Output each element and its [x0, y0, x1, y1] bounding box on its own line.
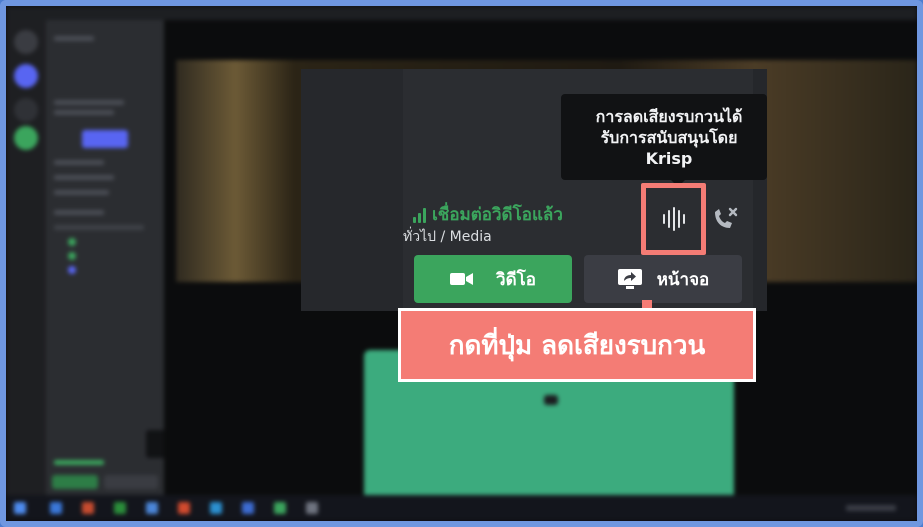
- tooltip-line: รับการสนับสนุนโดย: [600, 127, 738, 147]
- server-icon[interactable]: [14, 98, 38, 122]
- blurred-video-button[interactable]: [52, 475, 98, 489]
- noise-suppression-button[interactable]: [641, 183, 706, 255]
- app-icon[interactable]: [178, 502, 190, 514]
- voice-connection-status: เชื่อมต่อวิดีโอแล้ว: [413, 201, 563, 228]
- tooltip-line: การลดเสียงรบกวนได้: [595, 106, 743, 126]
- app-icon[interactable]: [82, 502, 94, 514]
- disconnect-call-icon: [715, 207, 738, 228]
- app-icon[interactable]: [210, 502, 222, 514]
- screen-button-label: หน้าจอ: [656, 269, 710, 290]
- screenshot-frame: การลดเสียงรบกวนได้ รับการสนับสนุนโดย Kri…: [0, 0, 923, 527]
- server-rail: [6, 20, 46, 495]
- blurred-screen-button[interactable]: [104, 475, 158, 489]
- app-icon[interactable]: [274, 502, 286, 514]
- add-server-icon[interactable]: [14, 126, 38, 150]
- app-icon[interactable]: [242, 502, 254, 514]
- app-icon[interactable]: [50, 502, 62, 514]
- app-icon[interactable]: [306, 502, 318, 514]
- screen-share-icon: [617, 269, 642, 289]
- app-icon[interactable]: [114, 502, 126, 514]
- system-tray: [846, 505, 896, 511]
- window-titlebar: [6, 6, 917, 20]
- app-icon[interactable]: [146, 502, 158, 514]
- channel-sidebar: [46, 20, 206, 505]
- sidebar-action-button[interactable]: [82, 130, 128, 148]
- krisp-tooltip: การลดเสียงรบกวนได้ รับการสนับสนุนโดย Kri…: [561, 94, 767, 180]
- signal-strength-icon[interactable]: [413, 207, 426, 223]
- tooltip-line: Krisp: [645, 148, 693, 168]
- video-button[interactable]: วิดีโอ: [414, 255, 572, 303]
- taskbar: [6, 495, 917, 521]
- instruction-callout: กดที่ปุ่ม ลดเสียงรบกวน: [398, 308, 756, 382]
- start-icon[interactable]: [14, 502, 26, 514]
- screen-share-button[interactable]: หน้าจอ: [584, 255, 742, 303]
- noise-suppression-icon: [662, 207, 685, 231]
- callout-text: กดที่ปุ่ม ลดเสียงรบกวน: [448, 330, 706, 361]
- server-icon[interactable]: [14, 64, 38, 88]
- connection-status-text[interactable]: เชื่อมต่อวิดีโอแล้ว: [432, 201, 563, 228]
- channel-path[interactable]: ทั่วไป / Media: [403, 226, 492, 248]
- camera-icon: [450, 273, 474, 285]
- home-server-icon[interactable]: [14, 30, 38, 54]
- zoomed-voice-panel: การลดเสียงรบกวนได้ รับการสนับสนุนโดย Kri…: [301, 69, 767, 311]
- disconnect-button[interactable]: [706, 201, 746, 237]
- video-button-label: วิดีโอ: [496, 269, 536, 290]
